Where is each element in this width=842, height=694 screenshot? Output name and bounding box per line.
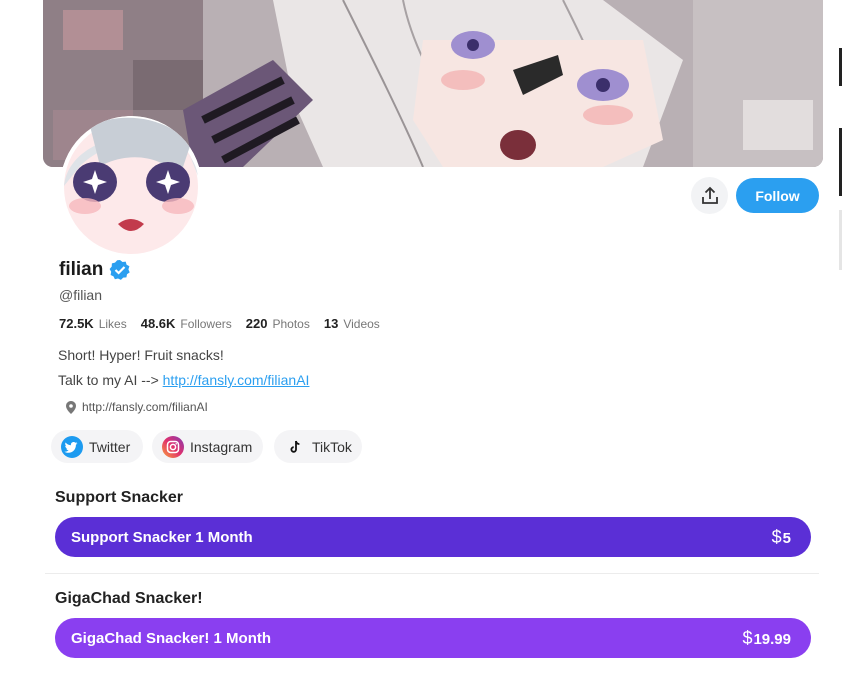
location-text: http://fansly.com/filianAI: [82, 400, 208, 414]
instagram-icon: [162, 435, 184, 458]
subscribe-button-support-snacker[interactable]: Support Snacker 1 Month $5: [55, 517, 811, 557]
price-value: 19.99: [753, 630, 791, 648]
follow-button[interactable]: Follow: [736, 178, 819, 213]
social-link-twitter[interactable]: Twitter: [51, 430, 143, 463]
tier-title: Support Snacker: [55, 489, 184, 506]
display-name: filian: [59, 259, 104, 280]
avatar[interactable]: [60, 116, 202, 258]
tier-button-label: Support Snacker 1 Month: [71, 528, 253, 546]
bio-link[interactable]: http://fansly.com/filianAI: [163, 372, 310, 388]
stat-photos-value: 220: [245, 316, 268, 331]
profile-stats: 72.5K Likes 48.6K Followers 220 Photos 1…: [59, 316, 394, 331]
share-button[interactable]: [691, 177, 728, 214]
subscribe-button-gigachad-snacker[interactable]: GigaChad Snacker! 1 Month $19.99: [55, 618, 811, 658]
price-currency: $: [771, 526, 782, 547]
tier-price: $19.99: [742, 628, 791, 649]
social-label: Instagram: [190, 438, 253, 455]
tiktok-icon: [290, 440, 300, 453]
location-pin-icon: [66, 400, 76, 414]
tier-price: $5: [772, 527, 791, 548]
bio-text: Talk to my AI -->: [58, 372, 159, 388]
verified-badge-icon: [109, 260, 131, 280]
bio-line: Short! Hyper! Fruit snacks!: [58, 347, 224, 363]
social-link-instagram[interactable]: Instagram: [152, 430, 263, 463]
twitter-icon: [61, 435, 83, 458]
stat-likes-label: Likes: [98, 317, 127, 331]
section-divider: [45, 573, 819, 574]
name-row: filian: [59, 259, 131, 281]
price-currency: $: [742, 627, 753, 648]
tier-title: GigaChad Snacker!: [55, 590, 203, 607]
social-link-tiktok[interactable]: TikTok: [274, 430, 362, 463]
avatar-image: [60, 116, 202, 258]
social-label: Twitter: [89, 438, 131, 455]
location-row: http://fansly.com/filianAI: [66, 400, 208, 414]
stat-followers-value: 48.6K: [140, 316, 176, 331]
profile-handle: @filian: [59, 287, 103, 303]
stat-likes-value: 72.5K: [59, 316, 94, 331]
stat-videos-value: 13: [323, 316, 339, 331]
social-label: TikTok: [312, 438, 352, 455]
stat-videos-label: Videos: [343, 317, 380, 331]
price-value: 5: [782, 529, 791, 547]
stat-followers-label: Followers: [180, 317, 232, 331]
stat-photos-label: Photos: [272, 317, 310, 331]
share-icon: [701, 186, 718, 204]
tier-button-label: GigaChad Snacker! 1 Month: [71, 629, 272, 647]
bio-line: Talk to my AI --> http://fansly.com/fili…: [58, 372, 309, 388]
